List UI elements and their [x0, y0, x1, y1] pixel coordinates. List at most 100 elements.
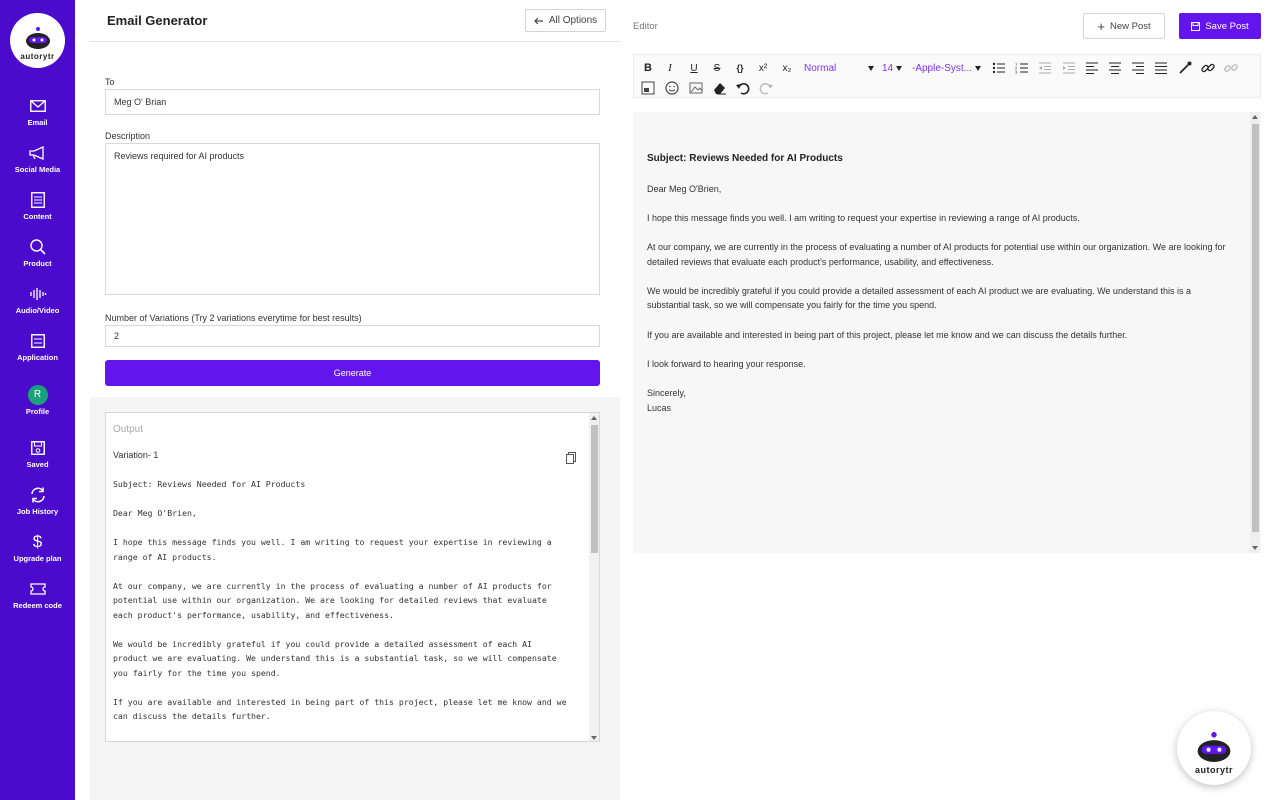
sidebar-item-label: Job History [16, 507, 59, 516]
sidebar-item-profile[interactable]: R Profile [0, 370, 75, 430]
subscript-button[interactable]: x₂ [779, 60, 795, 76]
new-post-label: New Post [1109, 20, 1151, 32]
code-button[interactable]: {} [732, 60, 748, 76]
mail-icon [28, 96, 48, 116]
email-closing: Sincerely, [647, 387, 686, 398]
scroll-down-icon[interactable] [591, 736, 597, 740]
floating-help-logo[interactable]: autorytr [1177, 711, 1251, 785]
underline-button[interactable]: U [686, 60, 702, 76]
size-select[interactable]: 14 [882, 60, 903, 76]
sidebar-item-job-history[interactable]: Job History [0, 477, 75, 524]
chevron-down-icon [896, 65, 903, 71]
audio-wave-icon [28, 284, 48, 304]
bullet-list-icon[interactable] [991, 60, 1007, 76]
scrollbar-thumb[interactable] [1252, 124, 1259, 532]
arrow-left-icon [533, 17, 543, 24]
email-paragraph: I hope this message finds you well. I am… [647, 212, 1080, 223]
description-textarea[interactable]: Reviews required for AI products [105, 143, 600, 295]
scrollbar-thumb[interactable] [591, 425, 598, 553]
email-paragraph: I look forward to hearing your response. [647, 358, 806, 369]
unlink-icon[interactable] [1223, 60, 1239, 76]
document-scrollbar[interactable] [1250, 112, 1260, 553]
app-icon [28, 331, 48, 351]
indent-icon[interactable] [1061, 60, 1077, 76]
embed-icon[interactable] [640, 80, 656, 96]
dollar-icon: $ [32, 532, 43, 551]
sidebar-item-saved[interactable]: Saved [0, 430, 75, 477]
sidebar-item-audio-video[interactable]: Audio/Video [0, 276, 75, 323]
eraser-icon[interactable] [712, 80, 728, 96]
sidebar-item-social-media[interactable]: Social Media [0, 135, 75, 182]
sidebar-item-content[interactable]: Content [0, 182, 75, 229]
italic-button[interactable]: I [662, 60, 678, 76]
generator-header: Email Generator All Options [90, 0, 620, 42]
brand-logo[interactable]: autorytr [10, 13, 65, 68]
undo-icon[interactable] [735, 80, 751, 96]
style-select[interactable]: Normal [804, 60, 874, 76]
to-input[interactable]: Meg O' Brian [105, 89, 600, 115]
sidebar-nav: Email Social Media Content Product Audio… [0, 88, 75, 618]
copy-icon[interactable] [566, 452, 576, 464]
scroll-up-icon[interactable] [591, 416, 597, 420]
color-picker-icon[interactable] [1177, 60, 1193, 76]
align-center-icon[interactable] [1107, 60, 1123, 76]
search-icon [28, 237, 48, 257]
superscript-button[interactable]: x² [755, 60, 771, 76]
link-icon[interactable] [1200, 60, 1216, 76]
generator-form: To Meg O' Brian Description Reviews requ… [90, 42, 620, 397]
ticket-icon [28, 579, 48, 599]
sidebar-item-email[interactable]: Email [0, 88, 75, 135]
emoji-icon[interactable] [664, 80, 680, 96]
new-post-button[interactable]: + New Post [1083, 13, 1165, 39]
redo-icon[interactable] [758, 80, 774, 96]
document-content[interactable]: Subject: Reviews Needed for AI Products … [647, 152, 1232, 415]
robot-logo-icon [1197, 732, 1231, 762]
save-icon [28, 438, 48, 458]
scroll-down-icon[interactable] [1252, 546, 1258, 550]
bold-button[interactable]: B [640, 60, 656, 76]
generate-button[interactable]: Generate [105, 360, 600, 386]
brand-name: autorytr [20, 52, 55, 61]
email-paragraph: At our company, we are currently in the … [647, 241, 1226, 267]
sidebar-item-label: Audio/Video [15, 306, 60, 315]
scroll-up-icon[interactable] [1252, 115, 1258, 119]
align-right-icon[interactable] [1130, 60, 1146, 76]
output-label: Output [113, 424, 144, 435]
all-options-button[interactable]: All Options [525, 9, 606, 32]
sidebar-item-redeem-code[interactable]: Redeem code [0, 571, 75, 618]
strikethrough-button[interactable]: S [709, 60, 725, 76]
all-options-label: All Options [548, 15, 598, 26]
font-select[interactable]: -Apple-Syst... [912, 60, 982, 76]
refresh-icon [28, 485, 48, 505]
outdent-icon[interactable] [1037, 60, 1053, 76]
numbered-list-icon[interactable]: 123 [1014, 60, 1030, 76]
sidebar-item-label: Saved [26, 460, 49, 469]
email-signature: Lucas [647, 402, 672, 413]
megaphone-icon [28, 143, 48, 163]
sidebar-item-product[interactable]: Product [0, 229, 75, 276]
svg-text:3: 3 [1015, 70, 1018, 75]
sidebar-item-label: Redeem code [13, 601, 62, 610]
align-justify-icon[interactable] [1153, 60, 1169, 76]
output-scrollbar[interactable] [589, 413, 599, 741]
sidebar-item-application[interactable]: Application [0, 323, 75, 370]
save-icon [1191, 21, 1201, 31]
output-panel: Output Variation- 1 Subject: Reviews Nee… [105, 412, 600, 742]
variations-input[interactable]: 2 [105, 325, 600, 347]
sidebar-item-upgrade-plan[interactable]: $ Upgrade plan [0, 524, 75, 571]
variation-title: Variation- 1 [113, 450, 159, 460]
image-icon[interactable] [688, 80, 704, 96]
editor-document[interactable]: Subject: Reviews Needed for AI Products … [633, 112, 1261, 553]
save-post-button[interactable]: Save Post [1179, 13, 1261, 39]
robot-logo-icon [25, 27, 50, 49]
plus-icon: + [1097, 18, 1105, 34]
email-paragraph: If you are available and interested in b… [647, 329, 1128, 340]
to-label: To [105, 77, 115, 87]
email-subject: Subject: Reviews Needed for AI Products [647, 153, 843, 164]
align-left-icon[interactable] [1084, 60, 1100, 76]
sidebar-item-label: Profile [25, 406, 50, 416]
save-post-label: Save Post [1205, 20, 1249, 32]
page-title: Email Generator [107, 13, 208, 28]
output-text: Subject: Reviews Needed for AI Products … [113, 479, 567, 721]
size-select-value: 14 [882, 62, 894, 74]
